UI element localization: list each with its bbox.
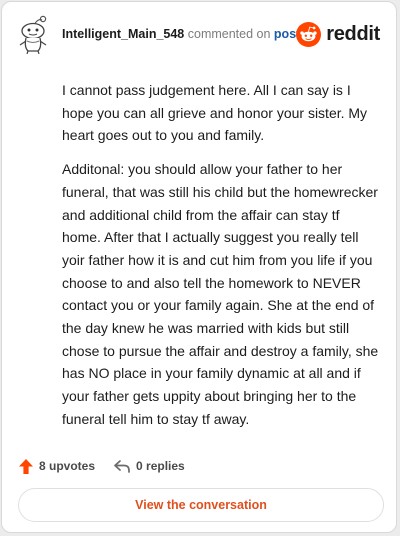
upvote-button[interactable]: 8 upvotes xyxy=(18,458,95,475)
comment-paragraph-1: I cannot pass judgement here. All I can … xyxy=(62,82,368,144)
comment-paragraph-2: Additonal: you should allow your father … xyxy=(62,161,379,427)
comment-card: Intelligent_Main_548 commented on post r… xyxy=(1,1,397,533)
upvote-count: 8 upvotes xyxy=(39,459,96,473)
byline: Intelligent_Main_548 commented on post xyxy=(62,27,300,41)
comment-header: Intelligent_Main_548 commented on post r… xyxy=(2,2,396,66)
upvote-arrow-icon xyxy=(19,458,33,474)
reply-count: 0 replies xyxy=(136,459,185,473)
reply-arrow-icon xyxy=(114,460,130,473)
comment-actions: 8 upvotes 0 replies xyxy=(18,455,185,477)
replies-button[interactable]: 0 replies xyxy=(113,458,185,474)
comment-body: I cannot pass judgement here. All I can … xyxy=(62,79,380,442)
avatar[interactable] xyxy=(16,14,52,54)
commented-on-text: commented on xyxy=(187,27,271,41)
username[interactable]: Intelligent_Main_548 xyxy=(62,27,184,41)
reddit-snoo-icon xyxy=(296,22,322,47)
view-conversation-button[interactable]: View the conversation xyxy=(18,488,384,522)
reddit-logo: reddit xyxy=(296,22,380,47)
reddit-wordmark: reddit xyxy=(326,23,380,45)
